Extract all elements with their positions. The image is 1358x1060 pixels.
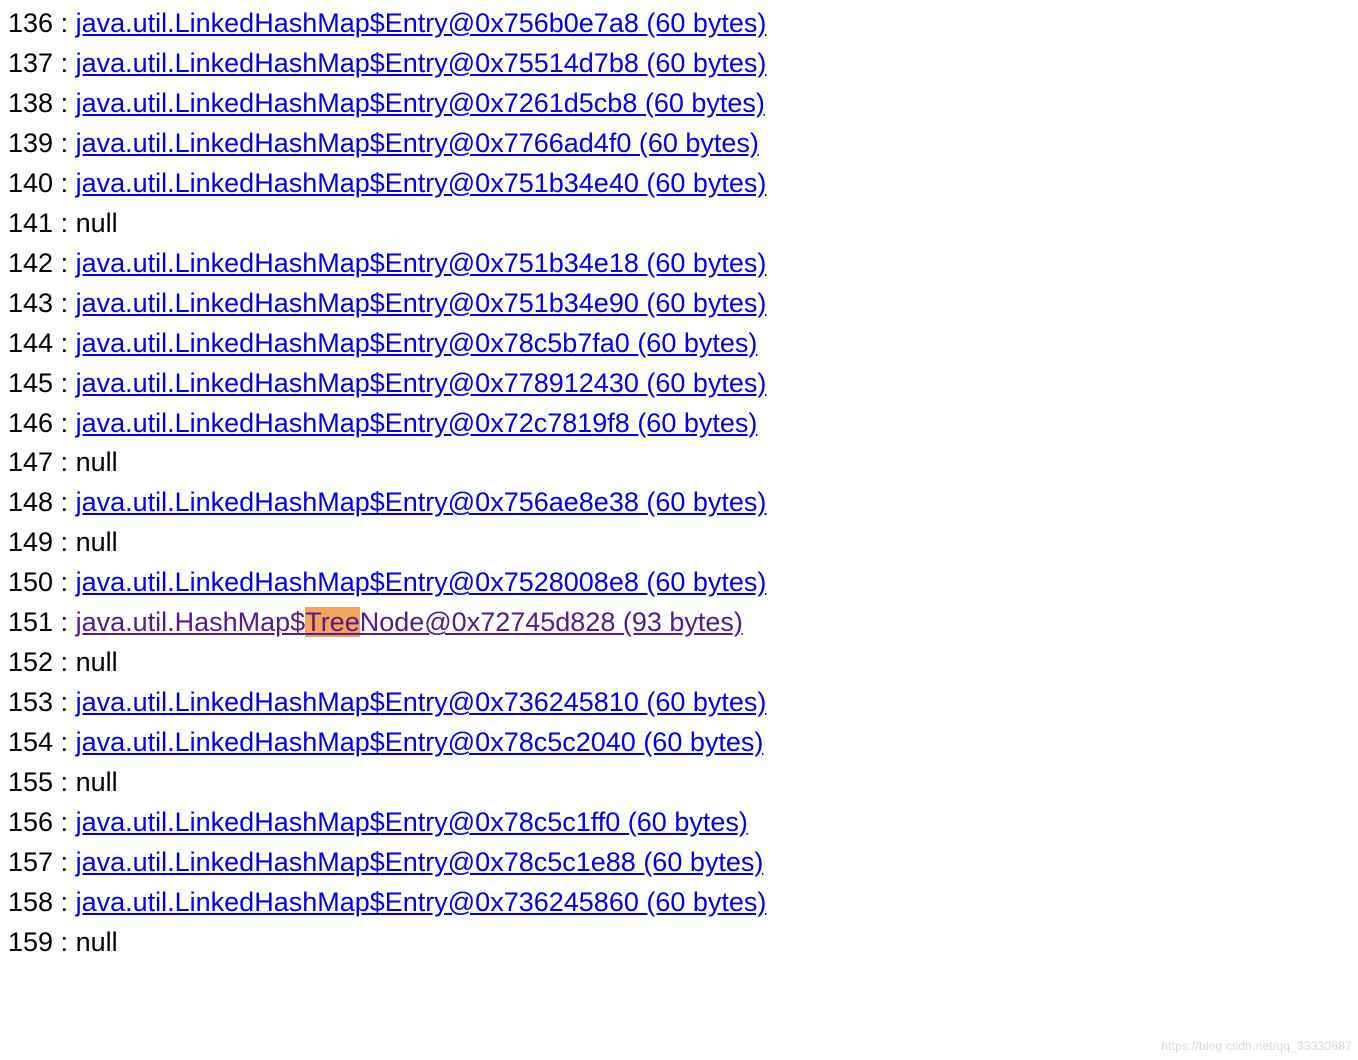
- heap-entry-row: 157 : java.util.LinkedHashMap$Entry@0x78…: [8, 843, 1350, 883]
- heap-entry-row: 159 : null: [8, 923, 1350, 963]
- row-separator: :: [53, 847, 76, 877]
- row-index: 152: [8, 647, 53, 677]
- row-separator: :: [53, 927, 76, 957]
- heap-object-link[interactable]: java.util.LinkedHashMap$Entry@0x756ae8e3…: [76, 487, 767, 517]
- row-separator: :: [53, 447, 76, 477]
- heap-entry-row: 138 : java.util.LinkedHashMap$Entry@0x72…: [8, 84, 1350, 124]
- row-index: 139: [8, 128, 53, 158]
- row-separator: :: [53, 647, 76, 677]
- search-highlight: Tree: [305, 607, 360, 637]
- heap-entry-row: 136 : java.util.LinkedHashMap$Entry@0x75…: [8, 4, 1350, 44]
- heap-entry-row: 149 : null: [8, 523, 1350, 563]
- heap-entry-row: 147 : null: [8, 443, 1350, 483]
- row-separator: :: [53, 328, 76, 358]
- row-index: 140: [8, 168, 53, 198]
- row-separator: :: [53, 767, 76, 797]
- heap-entry-row: 151 : java.util.HashMap$TreeNode@0x72745…: [8, 603, 1350, 643]
- heap-object-link[interactable]: java.util.LinkedHashMap$Entry@0x72c7819f…: [76, 408, 758, 438]
- null-value: null: [76, 927, 118, 957]
- row-index: 145: [8, 368, 53, 398]
- row-index: 154: [8, 727, 53, 757]
- row-separator: :: [53, 567, 76, 597]
- heap-object-link[interactable]: java.util.LinkedHashMap$Entry@0x7528008e…: [76, 567, 767, 597]
- row-index: 156: [8, 807, 53, 837]
- row-index: 158: [8, 887, 53, 917]
- null-value: null: [76, 208, 118, 238]
- row-separator: :: [53, 527, 76, 557]
- heap-entry-row: 155 : null: [8, 763, 1350, 803]
- heap-object-link[interactable]: java.util.LinkedHashMap$Entry@0x73624586…: [76, 887, 767, 917]
- row-index: 141: [8, 208, 53, 238]
- heap-entry-row: 152 : null: [8, 643, 1350, 683]
- watermark-text: https://blog.csdn.net/qq_33330687: [1161, 1038, 1352, 1056]
- row-separator: :: [53, 8, 76, 38]
- heap-entry-row: 146 : java.util.LinkedHashMap$Entry@0x72…: [8, 404, 1350, 444]
- heap-object-link[interactable]: java.util.LinkedHashMap$Entry@0x7261d5cb…: [76, 88, 765, 118]
- row-index: 151: [8, 607, 53, 637]
- heap-entry-row: 158 : java.util.LinkedHashMap$Entry@0x73…: [8, 883, 1350, 923]
- row-index: 148: [8, 487, 53, 517]
- heap-entry-row: 156 : java.util.LinkedHashMap$Entry@0x78…: [8, 803, 1350, 843]
- row-index: 159: [8, 927, 53, 957]
- row-index: 150: [8, 567, 53, 597]
- row-index: 144: [8, 328, 53, 358]
- heap-object-link[interactable]: java.util.LinkedHashMap$Entry@0x751b34e4…: [76, 168, 767, 198]
- heap-object-link[interactable]: java.util.LinkedHashMap$Entry@0x77891243…: [76, 368, 767, 398]
- heap-entry-row: 137 : java.util.LinkedHashMap$Entry@0x75…: [8, 44, 1350, 84]
- heap-object-link[interactable]: java.util.LinkedHashMap$Entry@0x73624581…: [76, 687, 767, 717]
- heap-object-link[interactable]: java.util.LinkedHashMap$Entry@0x78c5c1ff…: [76, 807, 748, 837]
- row-separator: :: [53, 208, 76, 238]
- heap-object-link[interactable]: java.util.LinkedHashMap$Entry@0x756b0e7a…: [76, 8, 767, 38]
- row-index: 136: [8, 8, 53, 38]
- heap-entry-list: 136 : java.util.LinkedHashMap$Entry@0x75…: [8, 4, 1350, 963]
- row-index: 143: [8, 288, 53, 318]
- heap-object-link[interactable]: java.util.LinkedHashMap$Entry@0x78c5b7fa…: [76, 328, 758, 358]
- heap-entry-row: 141 : null: [8, 204, 1350, 244]
- heap-entry-row: 144 : java.util.LinkedHashMap$Entry@0x78…: [8, 324, 1350, 364]
- row-separator: :: [53, 408, 76, 438]
- row-index: 153: [8, 687, 53, 717]
- heap-object-link[interactable]: java.util.LinkedHashMap$Entry@0x78c5c204…: [76, 727, 764, 757]
- heap-entry-row: 140 : java.util.LinkedHashMap$Entry@0x75…: [8, 164, 1350, 204]
- heap-object-link[interactable]: java.util.LinkedHashMap$Entry@0x78c5c1e8…: [76, 847, 764, 877]
- heap-object-link[interactable]: java.util.LinkedHashMap$Entry@0x751b34e1…: [76, 248, 767, 278]
- row-separator: :: [53, 487, 76, 517]
- row-index: 137: [8, 48, 53, 78]
- row-separator: :: [53, 128, 76, 158]
- row-index: 147: [8, 447, 53, 477]
- null-value: null: [76, 527, 118, 557]
- null-value: null: [76, 647, 118, 677]
- null-value: null: [76, 447, 118, 477]
- row-separator: :: [53, 727, 76, 757]
- row-index: 155: [8, 767, 53, 797]
- heap-entry-row: 154 : java.util.LinkedHashMap$Entry@0x78…: [8, 723, 1350, 763]
- row-separator: :: [53, 368, 76, 398]
- row-separator: :: [53, 88, 76, 118]
- null-value: null: [76, 767, 118, 797]
- heap-entry-row: 139 : java.util.LinkedHashMap$Entry@0x77…: [8, 124, 1350, 164]
- row-separator: :: [53, 887, 76, 917]
- heap-entry-row: 153 : java.util.LinkedHashMap$Entry@0x73…: [8, 683, 1350, 723]
- heap-object-link[interactable]: java.util.LinkedHashMap$Entry@0x7766ad4f…: [76, 128, 759, 158]
- heap-entry-row: 148 : java.util.LinkedHashMap$Entry@0x75…: [8, 483, 1350, 523]
- heap-entry-row: 142 : java.util.LinkedHashMap$Entry@0x75…: [8, 244, 1350, 284]
- heap-object-link[interactable]: java.util.LinkedHashMap$Entry@0x75514d7b…: [76, 48, 767, 78]
- row-index: 157: [8, 847, 53, 877]
- row-separator: :: [53, 248, 76, 278]
- heap-entry-row: 143 : java.util.LinkedHashMap$Entry@0x75…: [8, 284, 1350, 324]
- row-separator: :: [53, 168, 76, 198]
- heap-object-link[interactable]: java.util.HashMap$TreeNode@0x72745d828 (…: [76, 607, 743, 637]
- row-index: 142: [8, 248, 53, 278]
- row-index: 138: [8, 88, 53, 118]
- row-separator: :: [53, 48, 76, 78]
- row-separator: :: [53, 607, 76, 637]
- heap-object-link[interactable]: java.util.LinkedHashMap$Entry@0x751b34e9…: [76, 288, 767, 318]
- heap-entry-row: 150 : java.util.LinkedHashMap$Entry@0x75…: [8, 563, 1350, 603]
- row-index: 149: [8, 527, 53, 557]
- row-separator: :: [53, 807, 76, 837]
- row-index: 146: [8, 408, 53, 438]
- row-separator: :: [53, 288, 76, 318]
- row-separator: :: [53, 687, 76, 717]
- heap-entry-row: 145 : java.util.LinkedHashMap$Entry@0x77…: [8, 364, 1350, 404]
